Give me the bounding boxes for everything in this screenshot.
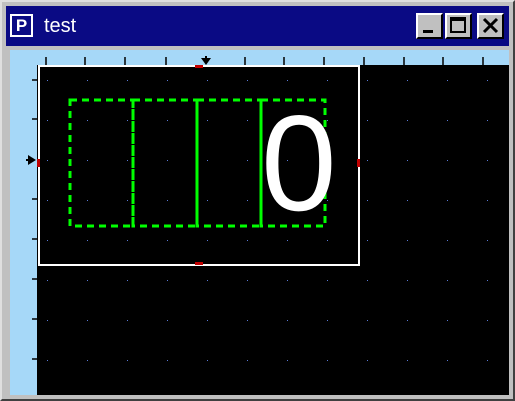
- horizontal-ruler[interactable]: [10, 50, 509, 65]
- ruler-marker-icon[interactable]: [26, 154, 37, 166]
- editor-area: 0: [10, 50, 509, 395]
- maximize-icon: [450, 17, 466, 33]
- title-bar[interactable]: P test: [6, 6, 509, 46]
- vertical-ruler[interactable]: [10, 50, 37, 395]
- close-icon: [482, 17, 499, 34]
- app-window: P test 0: [0, 0, 515, 401]
- minimize-icon: [423, 30, 433, 33]
- maximize-button[interactable]: [445, 13, 472, 39]
- drawing-canvas[interactable]: 0: [37, 65, 509, 395]
- segment-box: [131, 98, 199, 228]
- segment-box: [195, 98, 263, 228]
- digit-display: 0: [261, 87, 337, 239]
- minimize-button[interactable]: [416, 13, 443, 39]
- segment-box: [68, 98, 135, 228]
- window-title: test: [44, 15, 77, 37]
- close-button[interactable]: [477, 13, 504, 39]
- app-icon[interactable]: P: [10, 14, 33, 37]
